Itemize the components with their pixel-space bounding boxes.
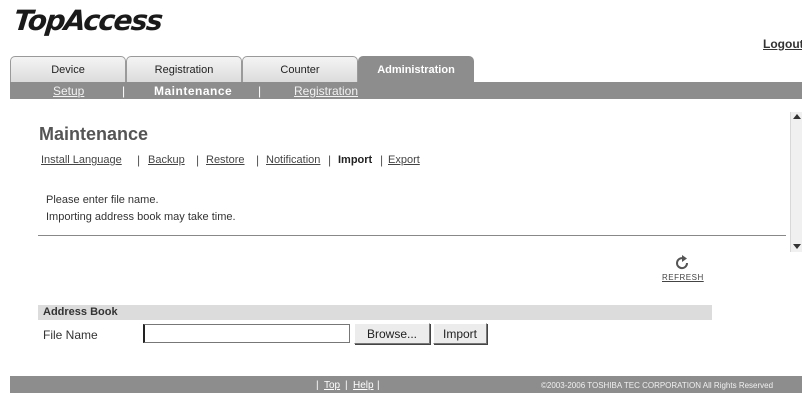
warning-message: Importing address book may take time. — [46, 211, 236, 223]
menu-import: Import — [338, 154, 373, 166]
menu-install-language[interactable]: Install Language — [41, 154, 122, 166]
menu-separator: | — [380, 153, 384, 167]
menu-backup[interactable]: Backup — [148, 154, 185, 166]
instruction-message: Please enter file name. — [46, 194, 159, 206]
file-name-input[interactable] — [143, 324, 350, 343]
footer-separator: | — [377, 380, 380, 391]
footer-separator: | — [316, 380, 319, 391]
footer-help-link[interactable]: Help — [353, 380, 374, 391]
menu-notification[interactable]: Notification — [266, 154, 320, 166]
page-title: Maintenance — [39, 124, 149, 144]
menu-export[interactable]: Export — [388, 154, 420, 166]
subnav-separator: | — [122, 84, 126, 98]
footer-top-link[interactable]: Top — [324, 380, 340, 391]
scroll-down-arrow-icon[interactable] — [793, 244, 801, 249]
tab-device[interactable]: Device — [10, 56, 126, 82]
tab-registration[interactable]: Registration — [126, 56, 242, 82]
scroll-up-arrow-icon[interactable] — [793, 114, 801, 119]
subnav-bar — [10, 82, 802, 99]
menu-separator: | — [137, 153, 141, 167]
subnav-maintenance[interactable]: Maintenance — [154, 84, 232, 98]
browse-button[interactable]: Browse... — [354, 323, 430, 344]
subnav-setup[interactable]: Setup — [53, 84, 84, 98]
tab-counter[interactable]: Counter — [242, 56, 358, 82]
tab-label: Administration — [377, 63, 455, 76]
refresh-link[interactable]: REFRESH — [662, 273, 704, 282]
tab-label: Registration — [154, 63, 214, 76]
topaccess-logo: TopAccess — [12, 4, 164, 37]
menu-restore[interactable]: Restore — [206, 154, 245, 166]
divider — [38, 235, 786, 236]
copyright-text: ©2003-2006 TOSHIBA TEC CORPORATION All R… — [541, 381, 774, 390]
import-button[interactable]: Import — [433, 323, 487, 344]
tab-label: Device — [51, 63, 85, 76]
address-book-section-bar — [38, 305, 712, 320]
scrollbar[interactable] — [790, 112, 802, 252]
tab-label: Counter — [280, 63, 320, 76]
menu-separator: | — [196, 153, 200, 167]
logout-link[interactable]: Logout — [763, 37, 802, 51]
subnav-registration[interactable]: Registration — [294, 84, 358, 98]
tab-administration[interactable]: Administration — [358, 56, 474, 82]
subnav-separator: | — [258, 84, 262, 98]
menu-separator: | — [256, 153, 260, 167]
address-book-title: Address Book — [43, 306, 118, 318]
footer-separator: | — [345, 380, 348, 391]
file-name-label: File Name — [43, 328, 98, 342]
refresh-icon[interactable] — [673, 254, 691, 272]
menu-separator: | — [328, 153, 332, 167]
